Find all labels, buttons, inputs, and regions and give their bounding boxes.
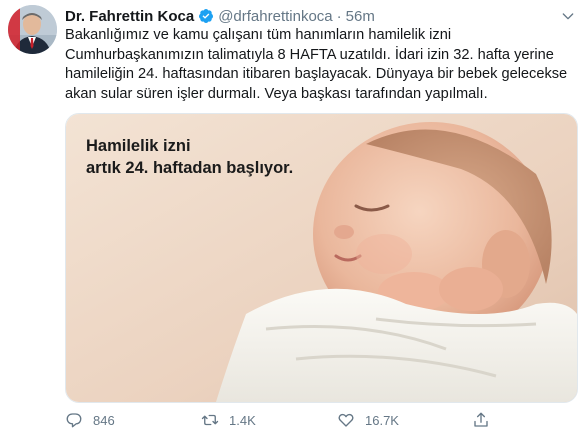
media-caption-line: artık 24. haftadan başlıyor. — [86, 159, 294, 177]
tweet-actions: 846 1.4K 16.7K — [65, 403, 555, 437]
chevron-down-icon[interactable] — [560, 8, 576, 24]
retweet-button[interactable]: 1.4K — [201, 403, 256, 437]
media-caption-line: Hamilelik izni — [86, 137, 191, 155]
tweet-text: Bakanlığımız ve kamu çalışanı tüm hanıml… — [65, 26, 575, 104]
reply-count: 846 — [93, 412, 115, 428]
author-name[interactable]: Dr. Fahrettin Koca — [65, 8, 194, 25]
share-icon — [474, 412, 488, 427]
reply-button[interactable]: 846 — [65, 403, 115, 437]
verified-badge-icon — [199, 9, 214, 23]
separator-dot: · — [336, 7, 342, 25]
author-handle[interactable]: @drfahrettinkoca — [218, 8, 332, 25]
like-button[interactable]: 16.7K — [337, 403, 399, 437]
tweet-text-line: hamileliğin 24. haftasından itibaren baş… — [65, 66, 568, 83]
retweet-count: 1.4K — [229, 412, 256, 428]
heart-icon — [338, 413, 354, 427]
tweet-text-line: akan sular süren işler durmalı. Veya baş… — [65, 85, 488, 102]
retweet-icon — [201, 414, 219, 426]
tweet-header: Dr. Fahrettin Koca @drfahrettinkoca · 56… — [65, 5, 375, 27]
media-caption: Hamilelik izni artık 24. haftadan başlıy… — [86, 135, 293, 179]
avatar[interactable] — [8, 5, 57, 54]
tweet[interactable]: Dr. Fahrettin Koca @drfahrettinkoca · 56… — [0, 0, 588, 443]
share-button[interactable] — [472, 403, 500, 437]
like-count: 16.7K — [365, 412, 399, 428]
tweet-text-line: Cumhurbaşkanımızın talimatıyla 8 HAFTA u… — [65, 46, 554, 63]
tweet-text-line: Bakanlığımız ve kamu çalışanı tüm hanıml… — [65, 27, 452, 43]
tweet-timestamp[interactable]: 56m — [346, 8, 375, 25]
tweet-media-image[interactable]: Hamilelik izni artık 24. haftadan başlıy… — [65, 113, 578, 403]
avatar-image — [8, 5, 57, 54]
reply-icon — [66, 413, 82, 428]
